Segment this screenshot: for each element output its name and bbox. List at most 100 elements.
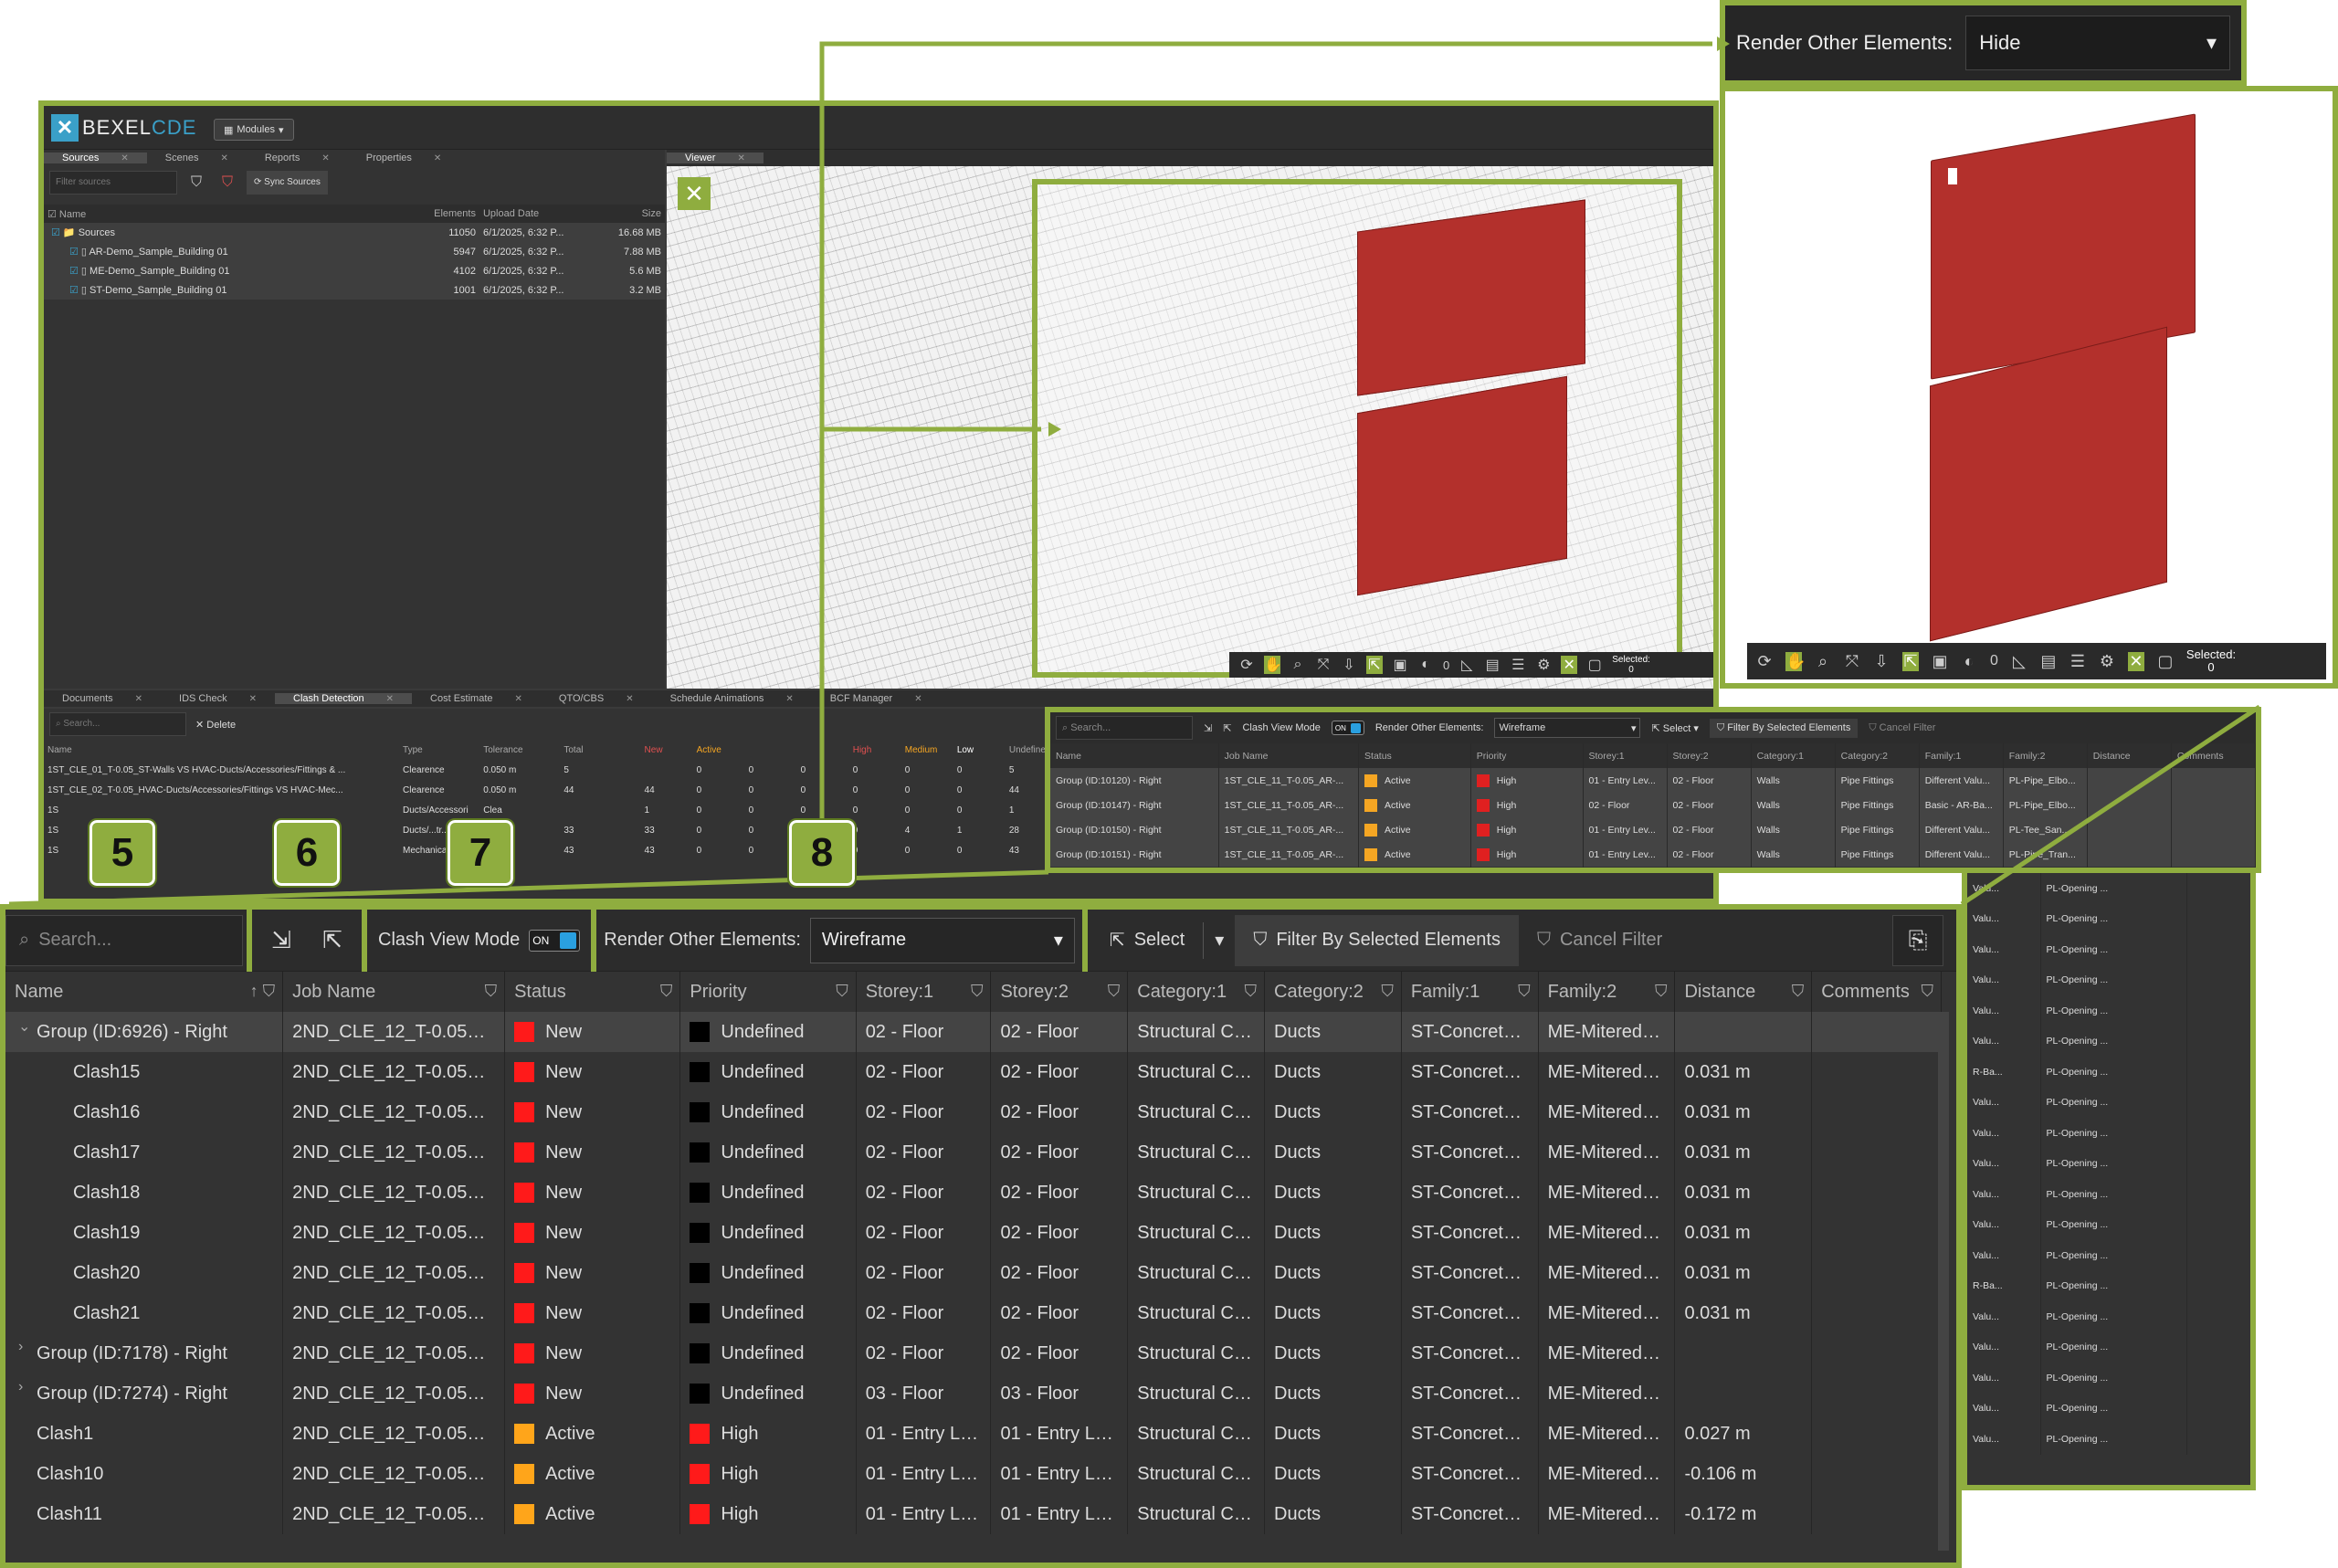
measure-icon[interactable]: ◺ <box>2011 652 2027 671</box>
collapse-all-icon[interactable]: ⇱ <box>1223 722 1231 734</box>
close-icon[interactable]: ✕ <box>240 694 266 704</box>
clash-tests-col[interactable]: Medium <box>901 740 953 760</box>
tab-ids-check[interactable]: IDS Check ✕ <box>161 693 275 704</box>
mid-col-header[interactable]: Comments <box>2171 743 2256 768</box>
close-icon[interactable]: ✕ <box>377 694 403 704</box>
clash-tests-col[interactable]: Name <box>44 740 399 760</box>
filter-icon[interactable]: ⛉ <box>1922 982 1934 1001</box>
mid-tail-row[interactable]: R-Ba... PL-Opening ... <box>1967 1270 2187 1301</box>
hide-icon[interactable]: ◐ <box>1961 652 1977 671</box>
zoom-icon[interactable]: ⌕ <box>1815 652 1831 671</box>
col-priority[interactable]: Priority ⛉ <box>679 972 857 1012</box>
mid-result-row[interactable]: Group (ID:10150) - Right 1ST_CLE_11_T-0.0… <box>1050 817 2256 842</box>
mid-select-button[interactable]: ⇱ Select ▾ <box>1651 722 1698 734</box>
mid-col-header[interactable]: Family:1 <box>1919 743 2004 768</box>
clash-test-row[interactable]: 1SDucts/...tr...Clea333300004128 <box>44 820 1058 840</box>
clash-tests-col[interactable] <box>797 740 849 760</box>
select-icon[interactable]: ⇱ <box>1366 656 1383 674</box>
clash-tests-col[interactable]: Low <box>953 740 1006 760</box>
close-icon[interactable]: ✕ <box>506 694 532 704</box>
mid-col-header[interactable]: Distance <box>2087 743 2172 768</box>
col-elements[interactable]: Elements <box>396 205 479 223</box>
mid-tail-row[interactable]: Valu... PL-Opening ... <box>1967 1393 2187 1424</box>
mid-tail-row[interactable]: Valu... PL-Opening ... <box>1967 1301 2187 1332</box>
mid-tail-row[interactable]: Valu... PL-Opening ... <box>1967 934 2187 965</box>
mid-result-row[interactable]: Group (ID:10147) - Right 1ST_CLE_11_T-0.0… <box>1050 793 2256 817</box>
mid-tail-row[interactable]: Valu... PL-Opening ... <box>1967 995 2187 1026</box>
measure-icon[interactable]: ◺ <box>1459 656 1475 674</box>
mid-col-header[interactable]: Status <box>1358 743 1471 768</box>
filter-icon[interactable]: ⛉ <box>971 982 984 1001</box>
chevron-down-icon[interactable]: ⌄ <box>18 1017 30 1036</box>
settings-icon[interactable]: ⚙ <box>1535 656 1552 674</box>
viewer-canvas[interactable]: ✕ ⟳ ✋ ⌕ ⤧ ⇩ ⇱ ▣ ◐ 0 ◺ ▤ ☰ ⚙ ✕ ▢ Selected: 0 <box>667 166 1713 689</box>
filter-icon[interactable]: ⛉ <box>1245 982 1258 1001</box>
mid-result-row[interactable]: Group (ID:10248) - Right1ST_CLE_11_T-0.0… <box>1050 867 2256 868</box>
filter-icon[interactable]: ⛉ <box>1792 982 1805 1001</box>
group-row[interactable]: Clash1 2ND_CLE_12_T-0.05_ST-... Active High… <box>5 1414 1942 1454</box>
mid-tail-row[interactable]: Valu... PL-Opening ... <box>1967 1424 2187 1455</box>
pan-icon[interactable]: ✋ <box>1785 651 1806 671</box>
close-icon[interactable]: ✕ <box>425 153 450 163</box>
filter-icon[interactable]: ⛉ <box>836 982 848 1001</box>
mid-filter-button[interactable]: ⛉ Filter By Selected Elements <box>1709 718 1859 738</box>
mid-tail-row[interactable]: Valu... PL-Opening ... <box>1967 873 2187 904</box>
mid-tail-row[interactable]: Valu... PL-Opening ... <box>1967 1087 2187 1118</box>
hide-icon[interactable]: ◐ <box>1417 657 1434 673</box>
mid-search-input[interactable]: ⌕ Search... <box>1056 716 1193 740</box>
clash-view-toggle[interactable]: ON <box>529 929 581 952</box>
col-name[interactable]: Name ↑ ⛉ <box>5 972 284 1012</box>
close-icon[interactable]: ✕ <box>111 153 137 163</box>
mid-tail-row[interactable]: Valu... PL-Opening ... <box>1967 1209 2187 1240</box>
mid-clash-view-toggle[interactable]: ON <box>1331 721 1364 735</box>
close-icon[interactable]: ✕ <box>312 153 338 163</box>
clash-row[interactable]: Clash20 2ND_CLE_12_T-0.05_ST-... New Undefi… <box>5 1253 1942 1293</box>
close-icon[interactable]: ✕ <box>616 694 642 704</box>
source-row[interactable]: ☑ ▯ AR-Demo_Sample_Building 01 5947 6/1/20… <box>44 242 665 261</box>
col-status[interactable]: Status ⛉ <box>504 972 681 1012</box>
clash-tests-col[interactable] <box>745 740 797 760</box>
rotate-icon[interactable]: ⟳ <box>1756 652 1773 671</box>
mid-tail-row[interactable]: Valu... PL-Opening ... <box>1967 903 2187 934</box>
tab-scenes[interactable]: Scenes ✕ <box>147 153 247 163</box>
close-icon[interactable]: ✕ <box>126 694 152 704</box>
filter-icon[interactable]: ⛉ <box>1518 982 1531 1001</box>
source-row[interactable]: ☑ ▯ ME-Demo_Sample_Building 01 4102 6/1/20… <box>44 261 665 280</box>
image-icon[interactable]: ▤ <box>2040 652 2057 671</box>
delete-button[interactable]: ✕ Delete <box>195 719 236 731</box>
mid-col-header[interactable]: Job Name <box>1218 743 1360 768</box>
mid-tail-row[interactable]: Valu... PL-Opening ... <box>1967 1118 2187 1149</box>
mid-col-header[interactable]: Storey:1 <box>1583 743 1668 768</box>
fit-icon[interactable]: ⤧ <box>1844 652 1860 671</box>
sync-sources-button[interactable]: ⟳ Sync Sources <box>247 171 328 195</box>
col-upload-date[interactable]: Upload Date <box>479 205 582 223</box>
group-row[interactable]: ⌄ Group (ID:6926) - Right 2ND_CLE_12_T-0.0… <box>5 1012 1942 1052</box>
tab-sources[interactable]: Sources ✕ <box>44 153 147 163</box>
checkbox-icon[interactable]: ☑ <box>69 247 81 258</box>
screen-icon[interactable]: ▢ <box>2157 652 2174 671</box>
tab-viewer[interactable]: Viewer ✕ <box>667 153 764 163</box>
tab-properties[interactable]: Properties ✕ <box>348 153 460 163</box>
col-family-2[interactable]: Family:2 ⛉ <box>1538 972 1676 1012</box>
mid-tail-row[interactable]: Valu... PL-Opening ... <box>1967 1026 2187 1057</box>
mid-tail-row[interactable]: Valu... PL-Opening ... <box>1967 1363 2187 1394</box>
filter-icon[interactable]: ⛉ <box>184 171 208 195</box>
source-row[interactable]: ☑ ▯ ST-Demo_Sample_Building 01 1001 6/1/20… <box>44 280 665 300</box>
expand-all-icon[interactable]: ⇲ <box>1204 722 1212 734</box>
col-category-1[interactable]: Category:1 ⛉ <box>1127 972 1266 1012</box>
filter-sources-input[interactable]: Filter sources <box>49 171 177 195</box>
mid-col-header[interactable]: Category:1 <box>1751 743 1836 768</box>
clash-icon[interactable]: ✕ <box>2127 651 2144 671</box>
zoom-icon[interactable]: ⌕ <box>1290 657 1306 673</box>
collapse-all-button[interactable]: ⇱ <box>307 915 358 966</box>
filter-icon[interactable]: ↑ ⛉ <box>250 982 276 1001</box>
search-input[interactable]: ⌕ Search... <box>5 914 243 966</box>
export-button[interactable]: ⎘ <box>1892 914 1943 966</box>
filter-by-selected-button[interactable]: ⛉ Filter By Selected Elements <box>1235 914 1519 966</box>
box-icon[interactable]: ▣ <box>1392 656 1408 674</box>
mid-result-row[interactable]: Group (ID:10151) - Right 1ST_CLE_11_T-0.0… <box>1050 842 2256 867</box>
tab-clash-detection[interactable]: Clash Detection ✕ <box>275 693 413 704</box>
clash-row[interactable]: Clash19 2ND_CLE_12_T-0.05_ST-... New Undefi… <box>5 1213 1942 1253</box>
clash-test-row[interactable]: 1ST_CLE_01_T-0.05_ST-Walls VS HVAC-Ducts… <box>44 760 1058 780</box>
image-icon[interactable]: ▤ <box>1484 656 1501 674</box>
